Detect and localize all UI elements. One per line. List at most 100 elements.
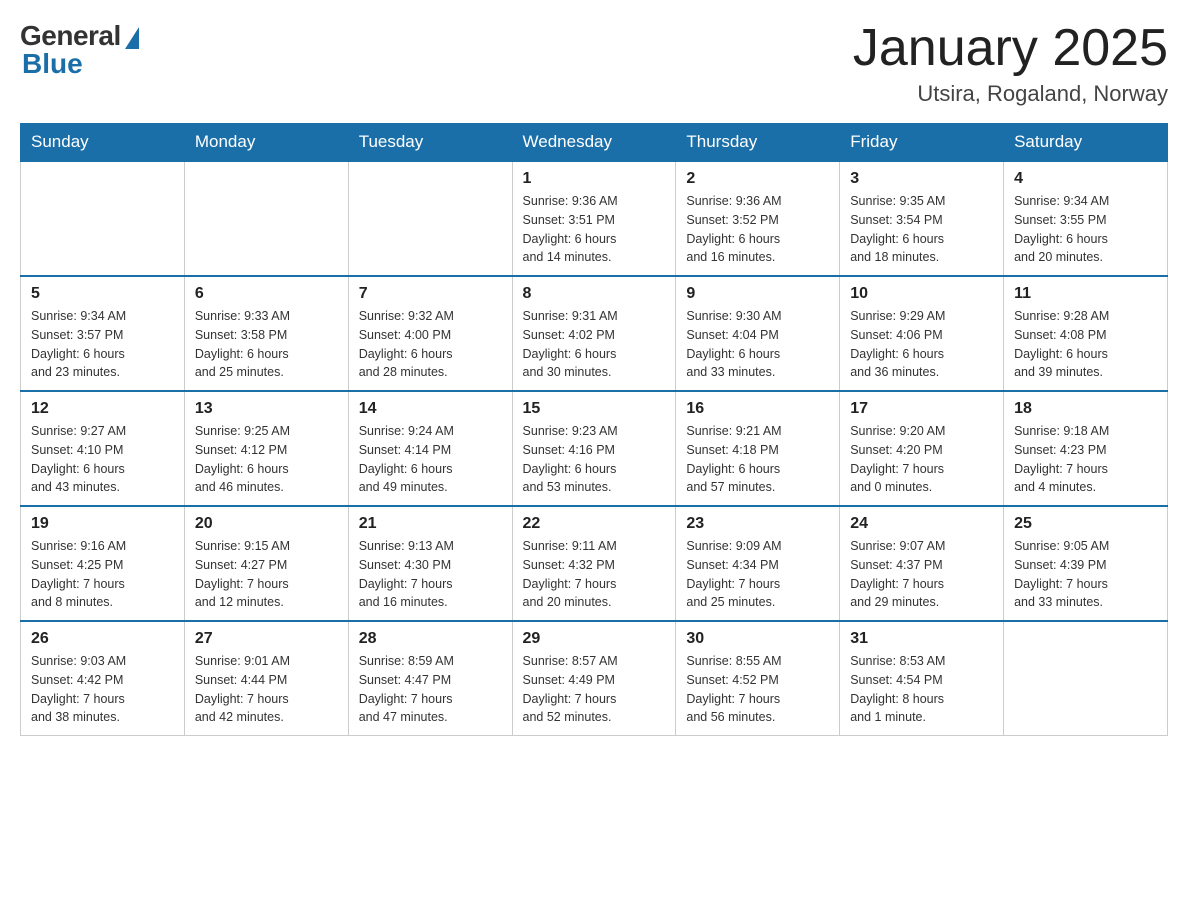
month-title: January 2025 (853, 20, 1168, 77)
day-number: 21 (359, 515, 502, 533)
calendar-cell: 29 Sunrise: 8:57 AM Sunset: 4:49 PM Dayli… (512, 621, 676, 736)
day-number: 5 (31, 285, 174, 303)
day-info: Sunrise: 9:24 AM Sunset: 4:14 PM Dayligh… (359, 422, 502, 497)
day-info: Sunrise: 9:32 AM Sunset: 4:00 PM Dayligh… (359, 307, 502, 382)
day-info: Sunrise: 9:34 AM Sunset: 3:57 PM Dayligh… (31, 307, 174, 382)
calendar-cell: 3 Sunrise: 9:35 AM Sunset: 3:54 PM Daylig… (840, 161, 1004, 276)
weekday-header-saturday: Saturday (1004, 124, 1168, 162)
day-number: 25 (1014, 515, 1157, 533)
day-info: Sunrise: 9:05 AM Sunset: 4:39 PM Dayligh… (1014, 537, 1157, 612)
calendar-cell: 17 Sunrise: 9:20 AM Sunset: 4:20 PM Dayli… (840, 391, 1004, 506)
day-info: Sunrise: 9:30 AM Sunset: 4:04 PM Dayligh… (686, 307, 829, 382)
day-info: Sunrise: 9:11 AM Sunset: 4:32 PM Dayligh… (523, 537, 666, 612)
calendar-cell: 15Sunrise: 9:23 AM Sunset: 4:16 PM Dayli… (512, 391, 676, 506)
day-number: 2 (686, 170, 829, 188)
day-number: 30 (686, 630, 829, 648)
weekday-header-wednesday: Wednesday (512, 124, 676, 162)
calendar-cell (348, 161, 512, 276)
day-info: Sunrise: 8:59 AM Sunset: 4:47 PM Dayligh… (359, 652, 502, 727)
day-info: Sunrise: 8:55 AM Sunset: 4:52 PM Dayligh… (686, 652, 829, 727)
weekday-header-tuesday: Tuesday (348, 124, 512, 162)
day-number: 23 (686, 515, 829, 533)
day-number: 17 (850, 400, 993, 418)
day-info: Sunrise: 9:20 AM Sunset: 4:20 PM Dayligh… (850, 422, 993, 497)
logo-blue-text: Blue (22, 48, 83, 80)
day-info: Sunrise: 9:27 AM Sunset: 4:10 PM Dayligh… (31, 422, 174, 497)
day-number: 18 (1014, 400, 1157, 418)
day-info: Sunrise: 9:15 AM Sunset: 4:27 PM Dayligh… (195, 537, 338, 612)
calendar-cell (1004, 621, 1168, 736)
day-info: Sunrise: 9:01 AM Sunset: 4:44 PM Dayligh… (195, 652, 338, 727)
calendar-cell: 14 Sunrise: 9:24 AM Sunset: 4:14 PM Dayli… (348, 391, 512, 506)
weekday-header-monday: Monday (184, 124, 348, 162)
calendar-cell: 24 Sunrise: 9:07 AM Sunset: 4:37 PM Dayli… (840, 506, 1004, 621)
day-number: 29 (523, 630, 666, 648)
calendar-cell: 20 Sunrise: 9:15 AM Sunset: 4:27 PM Dayli… (184, 506, 348, 621)
day-number: 28 (359, 630, 502, 648)
day-number: 24 (850, 515, 993, 533)
weekday-header-row: SundayMondayTuesdayWednesdayThursdayFrid… (21, 124, 1168, 162)
day-number: 22 (523, 515, 666, 533)
day-info: Sunrise: 9:35 AM Sunset: 3:54 PM Dayligh… (850, 192, 993, 267)
calendar-week-row: 19Sunrise: 9:16 AM Sunset: 4:25 PM Dayli… (21, 506, 1168, 621)
calendar-cell: 13 Sunrise: 9:25 AM Sunset: 4:12 PM Dayli… (184, 391, 348, 506)
day-number: 14 (359, 400, 502, 418)
day-number: 3 (850, 170, 993, 188)
day-info: Sunrise: 9:25 AM Sunset: 4:12 PM Dayligh… (195, 422, 338, 497)
calendar-cell: 4 Sunrise: 9:34 AM Sunset: 3:55 PM Daylig… (1004, 161, 1168, 276)
calendar-cell: 7 Sunrise: 9:32 AM Sunset: 4:00 PM Daylig… (348, 276, 512, 391)
day-info: Sunrise: 9:31 AM Sunset: 4:02 PM Dayligh… (523, 307, 666, 382)
calendar-cell: 1Sunrise: 9:36 AM Sunset: 3:51 PM Daylig… (512, 161, 676, 276)
calendar-cell: 30 Sunrise: 8:55 AM Sunset: 4:52 PM Dayli… (676, 621, 840, 736)
day-number: 11 (1014, 285, 1157, 303)
calendar-week-row: 12 Sunrise: 9:27 AM Sunset: 4:10 PM Dayli… (21, 391, 1168, 506)
day-info: Sunrise: 9:03 AM Sunset: 4:42 PM Dayligh… (31, 652, 174, 727)
day-info: Sunrise: 9:21 AM Sunset: 4:18 PM Dayligh… (686, 422, 829, 497)
day-number: 27 (195, 630, 338, 648)
calendar-cell: 27 Sunrise: 9:01 AM Sunset: 4:44 PM Dayli… (184, 621, 348, 736)
title-block: January 2025 Utsira, Rogaland, Norway (853, 20, 1168, 107)
day-number: 13 (195, 400, 338, 418)
calendar-cell: 8 Sunrise: 9:31 AM Sunset: 4:02 PM Daylig… (512, 276, 676, 391)
calendar-cell: 23Sunrise: 9:09 AM Sunset: 4:34 PM Dayli… (676, 506, 840, 621)
day-number: 8 (523, 285, 666, 303)
day-info: Sunrise: 8:57 AM Sunset: 4:49 PM Dayligh… (523, 652, 666, 727)
calendar-cell: 2 Sunrise: 9:36 AM Sunset: 3:52 PM Daylig… (676, 161, 840, 276)
day-number: 9 (686, 285, 829, 303)
calendar-cell: 19Sunrise: 9:16 AM Sunset: 4:25 PM Dayli… (21, 506, 185, 621)
weekday-header-friday: Friday (840, 124, 1004, 162)
calendar-cell: 6Sunrise: 9:33 AM Sunset: 3:58 PM Daylig… (184, 276, 348, 391)
day-number: 19 (31, 515, 174, 533)
day-info: Sunrise: 9:36 AM Sunset: 3:52 PM Dayligh… (686, 192, 829, 267)
calendar-week-row: 26Sunrise: 9:03 AM Sunset: 4:42 PM Dayli… (21, 621, 1168, 736)
day-number: 31 (850, 630, 993, 648)
location-title: Utsira, Rogaland, Norway (853, 81, 1168, 107)
calendar-cell: 10 Sunrise: 9:29 AM Sunset: 4:06 PM Dayli… (840, 276, 1004, 391)
calendar-cell: 22 Sunrise: 9:11 AM Sunset: 4:32 PM Dayli… (512, 506, 676, 621)
calendar-cell (21, 161, 185, 276)
day-info: Sunrise: 9:18 AM Sunset: 4:23 PM Dayligh… (1014, 422, 1157, 497)
calendar-cell: 21 Sunrise: 9:13 AM Sunset: 4:30 PM Dayli… (348, 506, 512, 621)
calendar-cell (184, 161, 348, 276)
day-number: 15 (523, 400, 666, 418)
day-info: Sunrise: 9:34 AM Sunset: 3:55 PM Dayligh… (1014, 192, 1157, 267)
calendar-cell: 25 Sunrise: 9:05 AM Sunset: 4:39 PM Dayli… (1004, 506, 1168, 621)
day-info: Sunrise: 9:29 AM Sunset: 4:06 PM Dayligh… (850, 307, 993, 382)
calendar-cell: 12 Sunrise: 9:27 AM Sunset: 4:10 PM Dayli… (21, 391, 185, 506)
calendar-cell: 28 Sunrise: 8:59 AM Sunset: 4:47 PM Dayli… (348, 621, 512, 736)
day-info: Sunrise: 8:53 AM Sunset: 4:54 PM Dayligh… (850, 652, 993, 727)
calendar-cell: 26Sunrise: 9:03 AM Sunset: 4:42 PM Dayli… (21, 621, 185, 736)
calendar-cell: 31 Sunrise: 8:53 AM Sunset: 4:54 PM Dayli… (840, 621, 1004, 736)
calendar-cell: 18 Sunrise: 9:18 AM Sunset: 4:23 PM Dayli… (1004, 391, 1168, 506)
calendar-cell: 16Sunrise: 9:21 AM Sunset: 4:18 PM Dayli… (676, 391, 840, 506)
page-header: General Blue January 2025 Utsira, Rogala… (20, 20, 1168, 107)
day-number: 20 (195, 515, 338, 533)
day-number: 7 (359, 285, 502, 303)
day-info: Sunrise: 9:07 AM Sunset: 4:37 PM Dayligh… (850, 537, 993, 612)
day-info: Sunrise: 9:13 AM Sunset: 4:30 PM Dayligh… (359, 537, 502, 612)
day-number: 10 (850, 285, 993, 303)
day-info: Sunrise: 9:28 AM Sunset: 4:08 PM Dayligh… (1014, 307, 1157, 382)
day-number: 4 (1014, 170, 1157, 188)
calendar-week-row: 5 Sunrise: 9:34 AM Sunset: 3:57 PM Daylig… (21, 276, 1168, 391)
day-number: 12 (31, 400, 174, 418)
